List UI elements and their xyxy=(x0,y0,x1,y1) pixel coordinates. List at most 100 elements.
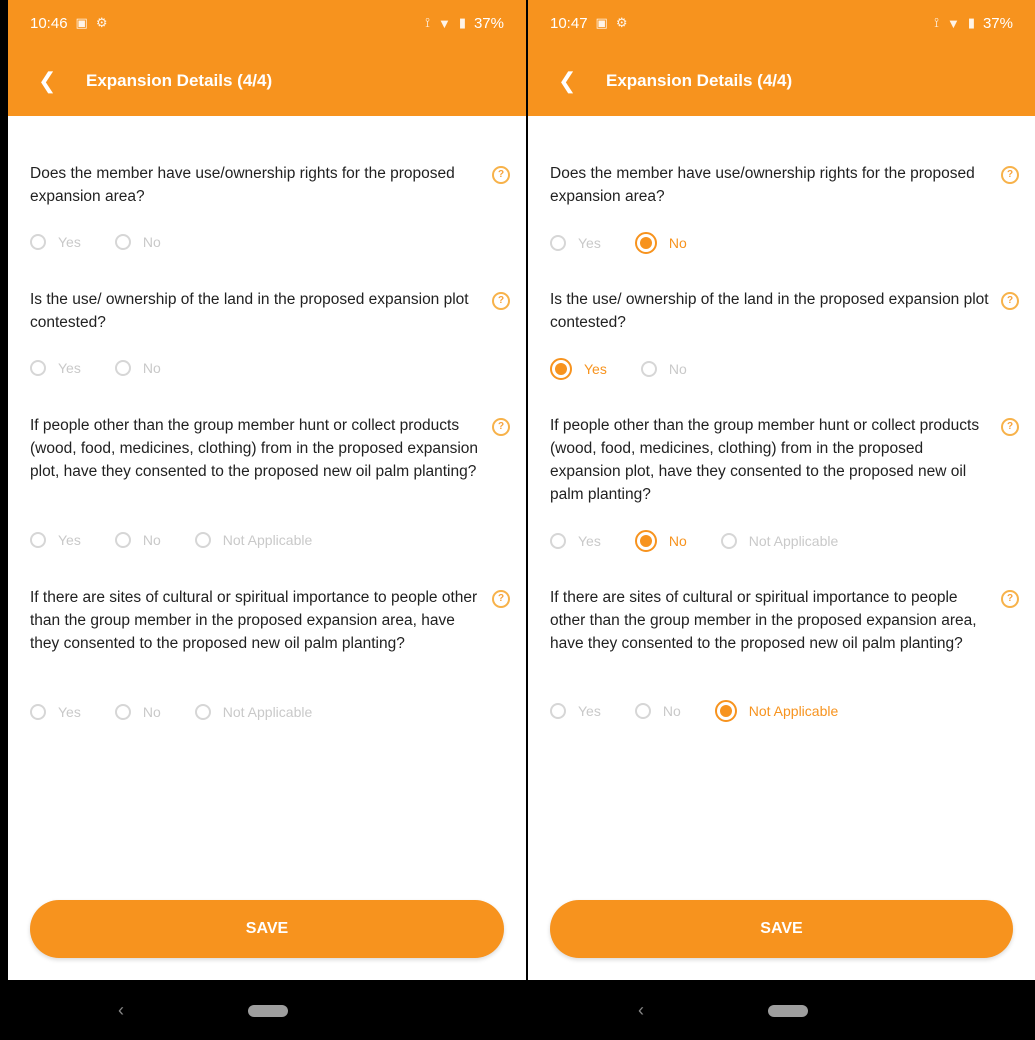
radio-icon xyxy=(114,704,131,720)
help-icon[interactable]: ? xyxy=(1001,590,1019,608)
help-icon[interactable]: ? xyxy=(1001,292,1019,310)
question-1-options: Yes No xyxy=(550,232,721,254)
status-time: 10:47 xyxy=(550,14,588,32)
question-2-options: Yes No xyxy=(550,358,721,380)
settings-icon: ⚙ xyxy=(95,15,108,30)
option-label: Not Applicable xyxy=(222,532,313,548)
question-3-options: Yes No Not Applicable xyxy=(30,532,346,548)
question-4-options: Yes No Not Applicable xyxy=(550,700,872,722)
radio-icon xyxy=(720,533,737,549)
q4-option-yes[interactable]: Yes xyxy=(30,704,81,720)
q1-option-no[interactable]: No xyxy=(634,232,687,254)
question-1: Does the member have use/ownership right… xyxy=(550,165,975,205)
option-label: No xyxy=(668,235,687,251)
wifi-icon: ▼ xyxy=(946,15,960,31)
wifi-icon: ▼ xyxy=(437,15,451,31)
radio-icon xyxy=(30,532,46,548)
battery-percent: 37% xyxy=(473,14,504,32)
screens-container: 10:46 ▣ ⚙ ⟟ ▼ ▮ 37% ❮ Expansion Details … xyxy=(0,0,1035,1040)
radio-icon xyxy=(640,361,657,377)
question-4-options: Yes No Not Applicable xyxy=(30,704,346,720)
vibrate-icon: ⟟ xyxy=(934,15,939,30)
q4-option-no[interactable]: No xyxy=(114,704,161,720)
help-icon[interactable]: ? xyxy=(1001,166,1019,184)
battery-icon: ▮ xyxy=(967,15,975,30)
form-content: Does the member have use/ownership right… xyxy=(8,116,526,886)
q2-option-yes[interactable]: Yes xyxy=(30,360,81,376)
radio-icon xyxy=(550,533,566,549)
option-label: Not Applicable xyxy=(748,533,839,549)
back-arrow-icon[interactable]: ❮ xyxy=(558,68,598,94)
form-content: Does the member have use/ownership right… xyxy=(528,116,1035,886)
q3-option-not-applicable[interactable]: Not Applicable xyxy=(194,532,313,548)
option-label: Yes xyxy=(578,533,601,549)
q4-option-yes[interactable]: Yes xyxy=(550,703,601,719)
q3-option-not-applicable[interactable]: Not Applicable xyxy=(720,533,839,549)
nav-back-icon[interactable]: ‹ xyxy=(638,1000,644,1021)
page-title: Expansion Details (4/4) xyxy=(606,71,793,90)
q3-option-yes[interactable]: Yes xyxy=(30,532,81,548)
system-nav-bar: ‹ xyxy=(8,980,526,1040)
status-bar: 10:47 ▣ ⚙ ⟟ ▼ ▮ 37% xyxy=(528,0,1035,46)
sim-icon: ▣ xyxy=(75,15,88,30)
q1-option-yes[interactable]: Yes xyxy=(550,235,601,251)
radio-icon xyxy=(550,235,566,251)
save-button[interactable]: SAVE xyxy=(550,900,1013,958)
q4-option-not-applicable[interactable]: Not Applicable xyxy=(714,700,839,722)
q3-option-no[interactable]: No xyxy=(634,530,687,552)
radio-icon xyxy=(30,360,46,376)
question-2: Is the use/ ownership of the land in the… xyxy=(550,291,989,331)
question-4: If there are sites of cultural or spirit… xyxy=(30,589,478,652)
app-bar: ❮ Expansion Details (4/4) xyxy=(8,46,526,116)
q2-option-no[interactable]: No xyxy=(114,360,161,376)
option-label: Yes xyxy=(584,361,607,377)
radio-icon xyxy=(194,704,211,720)
sim-icon: ▣ xyxy=(595,15,608,30)
radio-selected-icon xyxy=(634,530,657,552)
q1-option-no[interactable]: No xyxy=(114,234,161,250)
radio-icon xyxy=(550,703,566,719)
q2-option-yes[interactable]: Yes xyxy=(550,358,607,380)
option-label: No xyxy=(142,360,161,376)
option-label: Yes xyxy=(578,703,601,719)
system-nav-bar: ‹ xyxy=(528,980,1035,1040)
q2-option-no[interactable]: No xyxy=(640,361,687,377)
help-icon[interactable]: ? xyxy=(492,418,510,436)
option-label: Yes xyxy=(58,360,81,376)
q3-option-yes[interactable]: Yes xyxy=(550,533,601,549)
q1-option-yes[interactable]: Yes xyxy=(30,234,81,250)
question-3: If people other than the group member hu… xyxy=(30,417,479,480)
app-bar: ❮ Expansion Details (4/4) xyxy=(528,46,1035,116)
radio-icon xyxy=(114,360,131,376)
question-3-options: Yes No Not Applicable xyxy=(550,530,872,552)
nav-home-icon[interactable] xyxy=(768,1005,808,1017)
question-4: If there are sites of cultural or spirit… xyxy=(550,589,977,652)
q3-option-no[interactable]: No xyxy=(114,532,161,548)
radio-icon xyxy=(30,234,46,250)
option-label: Not Applicable xyxy=(748,703,839,719)
status-bar: 10:46 ▣ ⚙ ⟟ ▼ ▮ 37% xyxy=(8,0,526,46)
radio-selected-icon xyxy=(634,232,657,254)
help-icon[interactable]: ? xyxy=(492,292,510,310)
question-1-options: Yes No xyxy=(30,234,195,250)
question-1: Does the member have use/ownership right… xyxy=(30,165,455,205)
help-icon[interactable]: ? xyxy=(1001,418,1019,436)
q4-option-no[interactable]: No xyxy=(634,703,681,719)
help-icon[interactable]: ? xyxy=(492,590,510,608)
option-label: Yes xyxy=(58,704,81,720)
help-icon[interactable]: ? xyxy=(492,166,510,184)
phone-screen-left: 10:46 ▣ ⚙ ⟟ ▼ ▮ 37% ❮ Expansion Details … xyxy=(0,0,526,1040)
status-time: 10:46 xyxy=(30,14,68,32)
settings-icon: ⚙ xyxy=(615,15,628,30)
option-label: No xyxy=(142,704,161,720)
radio-selected-icon xyxy=(714,700,737,722)
battery-percent: 37% xyxy=(982,14,1013,32)
nav-home-icon[interactable] xyxy=(248,1005,288,1017)
nav-back-icon[interactable]: ‹ xyxy=(118,1000,124,1021)
save-button[interactable]: SAVE xyxy=(30,900,504,958)
option-label: Not Applicable xyxy=(222,704,313,720)
radio-icon xyxy=(114,532,131,548)
back-arrow-icon[interactable]: ❮ xyxy=(38,68,78,94)
q4-option-not-applicable[interactable]: Not Applicable xyxy=(194,704,313,720)
radio-icon xyxy=(634,703,651,719)
